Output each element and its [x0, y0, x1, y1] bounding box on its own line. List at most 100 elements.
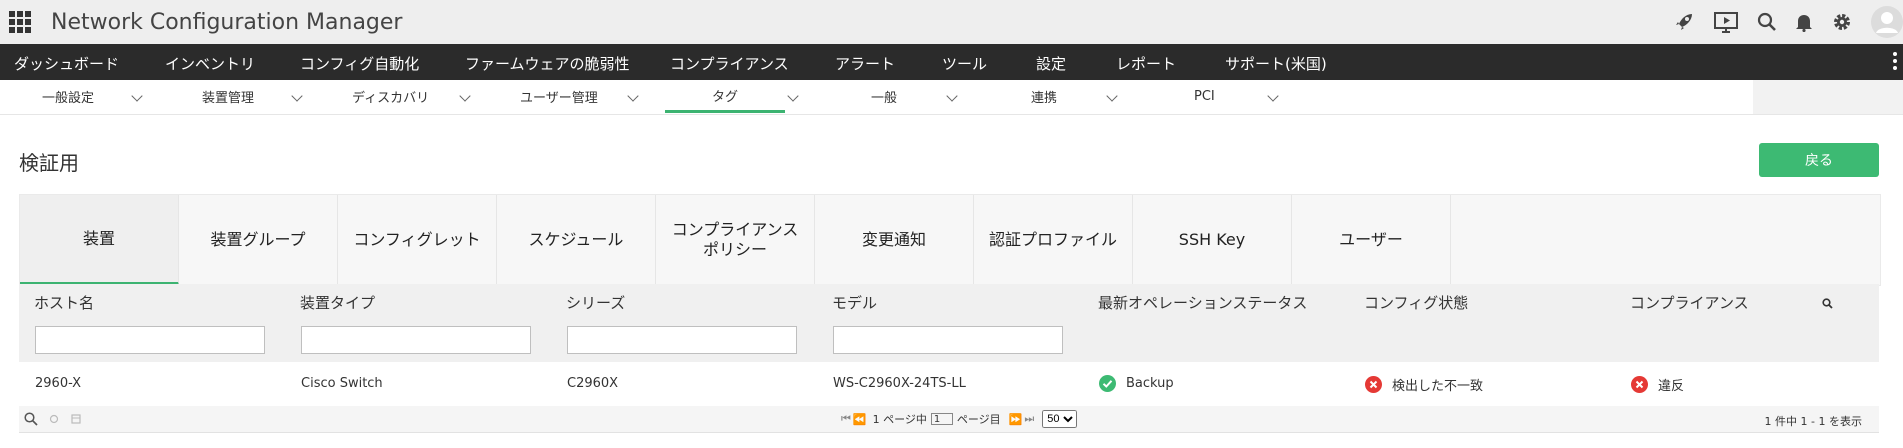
- main-nav: ダッシュボード インベントリ コンフィグ自動化 ファームウェアの脆弱性 コンプラ…: [0, 44, 1903, 80]
- sub-nav: 一般設定 装置管理 ディスカバリ ユーザー管理 タグ 一般 連携 PCI: [0, 80, 1903, 115]
- refresh-icon[interactable]: [49, 414, 59, 427]
- tab-label: ユーザー: [1339, 230, 1403, 249]
- chevron-down-icon: [1267, 90, 1279, 102]
- tab-credential-profile[interactable]: 認証プロファイル: [974, 195, 1133, 285]
- chevron-down-icon: [627, 90, 639, 102]
- cell-hostname[interactable]: 2960-X: [35, 376, 81, 391]
- subnav-integration[interactable]: 連携: [1031, 80, 1121, 113]
- chevron-down-icon: [787, 90, 799, 102]
- page-prefix: 1 ページ中: [872, 413, 927, 426]
- page-number-input[interactable]: 1: [930, 413, 953, 425]
- column-header-model[interactable]: モデル: [832, 292, 877, 313]
- cell-model: WS-C2960X-24TS-LL: [833, 376, 966, 391]
- tab-label: 変更通知: [861, 230, 926, 249]
- app-title: Network Configuration Manager: [51, 9, 403, 35]
- tab-change-notification[interactable]: 変更通知: [815, 195, 974, 285]
- page-title: 検証用: [19, 151, 79, 175]
- subnav-general[interactable]: 一般: [871, 80, 961, 113]
- tab-ssh-key[interactable]: SSH Key: [1133, 195, 1292, 285]
- more-menu-icon[interactable]: [1893, 52, 1897, 73]
- nav-inventory[interactable]: インベントリ: [151, 53, 255, 74]
- user-avatar-icon[interactable]: [1871, 6, 1903, 38]
- back-button[interactable]: 戻る: [1759, 143, 1879, 177]
- tab-label: コンプライアンス ポリシー: [671, 220, 799, 259]
- presentation-icon[interactable]: [1713, 11, 1739, 33]
- subnav-label: 一般: [871, 91, 898, 106]
- search-icon[interactable]: [24, 412, 38, 429]
- subnav-label: PCI: [1194, 89, 1215, 104]
- nav-dashboard[interactable]: ダッシュボード: [0, 53, 119, 74]
- table-row[interactable]: 2960-X Cisco Switch C2960X WS-C2960X-24T…: [19, 362, 1879, 407]
- tab-label: 認証プロファイル: [988, 230, 1117, 249]
- subnav-pci[interactable]: PCI: [1194, 80, 1284, 113]
- nav-firmware-vulnerability[interactable]: ファームウェアの脆弱性: [451, 53, 630, 74]
- search-icon[interactable]: [1757, 12, 1777, 32]
- column-header-series[interactable]: シリーズ: [566, 292, 625, 313]
- subnav-label: 装置管理: [202, 91, 255, 106]
- column-header-compliance[interactable]: コンプライアンス: [1630, 292, 1749, 313]
- chevron-down-icon: [946, 90, 958, 102]
- subnav-discovery[interactable]: ディスカバリ: [352, 80, 472, 113]
- nav-settings[interactable]: 設定: [1022, 53, 1066, 74]
- filter-device-type-input[interactable]: [301, 326, 531, 354]
- subnav-filler: [1753, 80, 1903, 114]
- column-header-hostname[interactable]: ホスト名: [34, 292, 94, 313]
- filter-hostname-input[interactable]: [35, 326, 265, 354]
- nav-config-automation[interactable]: コンフィグ自動化: [286, 53, 419, 74]
- tab-label: 装置: [82, 228, 115, 248]
- cell-compliance: 違反: [1631, 375, 1684, 394]
- gear-icon[interactable]: [1831, 11, 1853, 33]
- subnav-user-management[interactable]: ユーザー管理: [520, 80, 640, 113]
- last-page-icon[interactable]: ⏭: [1024, 412, 1034, 426]
- cell-config-state: 検出した不一致: [1365, 375, 1483, 394]
- nav-reports[interactable]: レポート: [1102, 53, 1176, 74]
- app-grid-icon[interactable]: [9, 11, 31, 33]
- page-suffix: ページ目: [956, 413, 1001, 426]
- search-icon[interactable]: [1822, 294, 1833, 313]
- check-circle-icon: [1099, 375, 1116, 392]
- bell-icon[interactable]: [1795, 12, 1813, 32]
- cell-device-type: Cisco Switch: [301, 376, 383, 391]
- nav-tools[interactable]: ツール: [928, 53, 987, 74]
- tab-bar: 装置 装置グループ コンフィグレット スケジュール コンプライアンス ポリシー …: [19, 194, 1881, 286]
- subnav-general-settings[interactable]: 一般設定: [42, 80, 143, 113]
- next-page-icon[interactable]: ⏩: [1009, 413, 1023, 426]
- prev-page-icon[interactable]: ⏪: [853, 413, 867, 426]
- table-header: ホスト名 装置タイプ シリーズ モデル 最新オペレーションステータス コンフィグ…: [19, 284, 1879, 362]
- error-circle-icon: [1365, 376, 1382, 393]
- page-size-select[interactable]: 50: [1042, 410, 1078, 428]
- subnav-tags[interactable]: タグ: [665, 80, 785, 113]
- tab-compliance-policy[interactable]: コンプライアンス ポリシー: [656, 195, 815, 285]
- cell-operation-status: Backup: [1099, 375, 1174, 392]
- tab-users[interactable]: ユーザー: [1292, 195, 1451, 285]
- filter-series-input[interactable]: [567, 326, 797, 354]
- tab-label: コンフィグレット: [353, 230, 481, 249]
- subnav-device-management[interactable]: 装置管理: [202, 80, 303, 113]
- pagination: ⏮ ⏪ 1 ページ中 1 ページ目 ⏩ ⏭ 50: [841, 410, 1078, 428]
- chevron-down-icon: [459, 90, 471, 102]
- column-header-operation-status[interactable]: 最新オペレーションステータス: [1098, 292, 1307, 313]
- rocket-icon[interactable]: [1673, 11, 1695, 33]
- tab-devices[interactable]: 装置: [20, 195, 179, 285]
- nav-support[interactable]: サポート(米国): [1211, 53, 1327, 74]
- column-header-device-type[interactable]: 装置タイプ: [300, 292, 375, 313]
- cell-series: C2960X: [567, 376, 619, 391]
- chevron-down-icon: [131, 90, 143, 102]
- column-header-config-state[interactable]: コンフィグ状態: [1364, 292, 1468, 313]
- top-bar: Network Configuration Manager: [0, 0, 1903, 44]
- first-page-icon[interactable]: ⏮: [841, 412, 851, 426]
- subnav-label: ディスカバリ: [352, 91, 430, 106]
- filter-model-input[interactable]: [833, 326, 1063, 354]
- tab-label: 装置グループ: [210, 230, 306, 249]
- subnav-label: 連携: [1031, 91, 1058, 106]
- tab-schedules[interactable]: スケジュール: [497, 195, 656, 285]
- subnav-label: タグ: [711, 89, 738, 105]
- tab-device-groups[interactable]: 装置グループ: [179, 195, 338, 285]
- column-chooser-icon[interactable]: [71, 414, 81, 427]
- nav-alerts[interactable]: アラート: [821, 53, 895, 74]
- chevron-down-icon: [291, 90, 303, 102]
- tab-configlets[interactable]: コンフィグレット: [338, 195, 497, 285]
- row-count-info: 1 件中 1 - 1 を表示: [1764, 415, 1862, 428]
- subnav-label: ユーザー管理: [520, 91, 598, 106]
- nav-compliance[interactable]: コンプライアンス: [656, 53, 789, 74]
